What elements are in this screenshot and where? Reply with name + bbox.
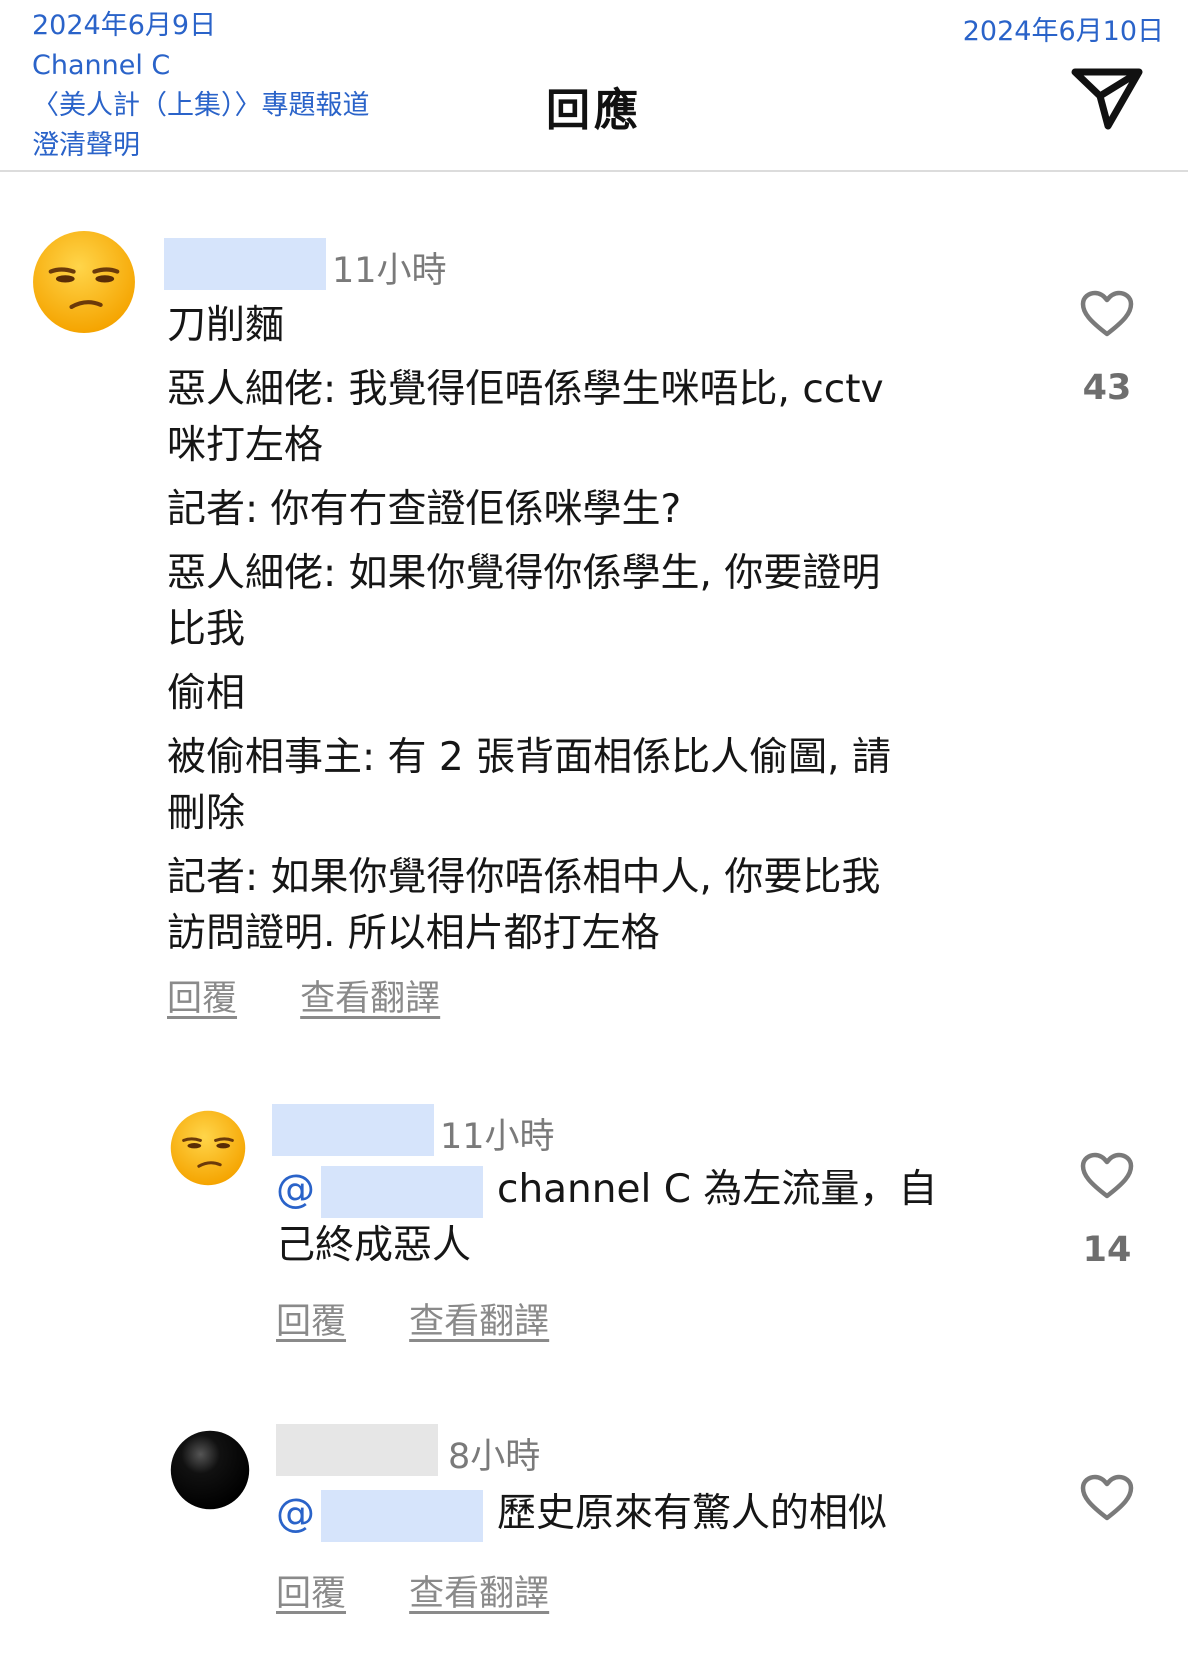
annotation-left: 2024年6月9日 Channel C 〈美人計（上集）〉專題報道 澄清聲明 [32, 6, 370, 166]
reply-button[interactable]: 回覆 [276, 1574, 346, 1614]
comment-actions: 回覆 查看翻譯 [276, 1565, 601, 1616]
comment-line: 咪打左格 [167, 423, 324, 468]
view-translation-button[interactable]: 查看翻譯 [300, 979, 440, 1019]
comment-line: @ channel C 為左流量，自 [276, 1162, 937, 1218]
comment-line: 被偷相事主: 有 2 張背面相係比人偷圖, 請 [167, 735, 891, 780]
annotation-program: 〈美人計（上集）〉專題報道 [32, 90, 370, 121]
username-redacted[interactable] [276, 1424, 438, 1476]
like-count: 14 [1082, 1230, 1132, 1270]
comment-line: 惡人細佬: 如果你覺得你係學生, 你要證明 [167, 551, 881, 596]
comment-time: 8小時 [448, 1437, 541, 1477]
comment-text: @ 歷史原來有驚人的相似 [276, 1486, 887, 1550]
page-title: 回應 [546, 85, 642, 136]
comment-line: 訪問證明. 所以相片都打左格 [167, 911, 660, 956]
comment-line: 偷相 [167, 671, 246, 716]
annotation-date: 2024年6月9日 [32, 10, 217, 41]
mention-at[interactable]: @ [276, 1167, 315, 1212]
comment-line-text: 歷史原來有驚人的相似 [497, 1491, 888, 1536]
comment-line: 刀削麵 [167, 303, 285, 348]
comment-text: 刀削麵 惡人細佬: 我覺得佢唔係學生咪唔比, cctv 咪打左格 記者: 你有冇… [167, 298, 891, 970]
unamused-face-avatar[interactable] [32, 230, 136, 334]
comment-time: 11小時 [440, 1117, 555, 1157]
mention-redacted[interactable] [321, 1165, 483, 1218]
annotation-right-date: 2024年6月10日 [962, 16, 1164, 47]
mention-at[interactable]: @ [276, 1491, 315, 1536]
send-icon[interactable] [1070, 66, 1144, 132]
view-translation-button[interactable]: 查看翻譯 [409, 1302, 549, 1342]
mention-redacted[interactable] [321, 1489, 483, 1542]
header: 2024年6月9日 Channel C 〈美人計（上集）〉專題報道 澄清聲明 2… [0, 0, 1188, 172]
comment-line: 記者: 如果你覺得你唔係相中人, 你要比我 [167, 855, 881, 900]
comment-line-text: channel C 為左流量，自 [497, 1167, 938, 1212]
comment-line: @ 歷史原來有驚人的相似 [276, 1486, 887, 1542]
reply-button[interactable]: 回覆 [276, 1302, 346, 1342]
comment-line: 記者: 你有冇查證佢係咪學生? [167, 487, 682, 532]
comment-line: 己終成惡人 [276, 1223, 472, 1268]
comment-line: 刪除 [167, 791, 246, 836]
comment-actions: 回覆 查看翻譯 [167, 970, 492, 1021]
comment-line: 惡人細佬: 我覺得佢唔係學生咪唔比, cctv [167, 367, 884, 412]
heart-icon[interactable] [1080, 290, 1134, 338]
like-count: 43 [1082, 368, 1132, 408]
comment-text: @ channel C 為左流量，自 己終成惡人 [276, 1162, 937, 1282]
reply-button[interactable]: 回覆 [167, 979, 237, 1019]
black-circle-avatar[interactable] [170, 1430, 250, 1510]
comment-line: 比我 [167, 607, 246, 652]
comment-time: 11小時 [332, 251, 447, 291]
annotation-statement: 澄清聲明 [32, 130, 140, 161]
heart-icon[interactable] [1080, 1152, 1134, 1200]
view-translation-button[interactable]: 查看翻譯 [409, 1574, 549, 1614]
heart-icon[interactable] [1080, 1474, 1134, 1522]
unamused-face-avatar[interactable] [170, 1110, 246, 1186]
username-redacted[interactable] [164, 238, 326, 290]
username-redacted[interactable] [272, 1104, 434, 1156]
annotation-channel: Channel C [32, 50, 171, 81]
comment-actions: 回覆 查看翻譯 [276, 1293, 601, 1344]
